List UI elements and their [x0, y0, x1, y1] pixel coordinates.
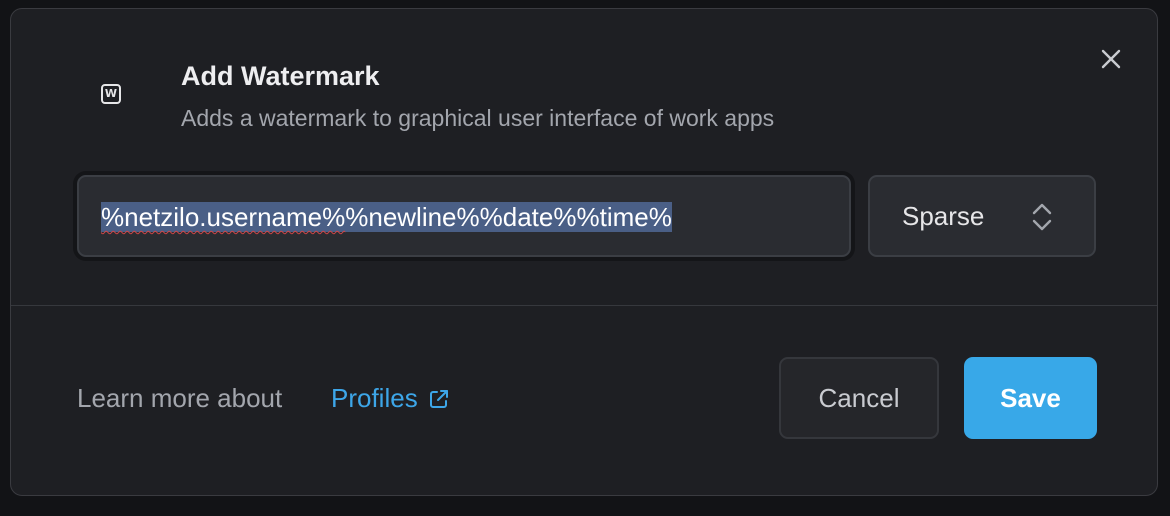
watermark-icon: W: [101, 84, 121, 104]
watermark-input-value[interactable]: %netzilo.username%%newline%%date%%time%: [101, 201, 672, 233]
learn-more-text: Learn more about: [77, 383, 283, 413]
density-selected-value: Sparse: [902, 201, 985, 231]
close-button[interactable]: [1097, 45, 1125, 73]
profiles-link-label: Profiles: [331, 383, 418, 413]
external-link-icon: [429, 389, 448, 408]
dialog-title: Add Watermark: [181, 61, 380, 91]
chevron-up-down-icon: [1032, 203, 1052, 231]
save-button[interactable]: Save: [964, 357, 1097, 439]
density-select[interactable]: Sparse: [868, 175, 1096, 257]
profiles-link[interactable]: Profiles: [331, 383, 450, 414]
dialog-subtitle: Adds a watermark to graphical user inter…: [181, 105, 775, 131]
watermark-value-part2: %newline%%date%%time%: [345, 202, 672, 232]
selected-text: %netzilo.username%%newline%%date%%time%: [101, 202, 672, 232]
watermark-value-part1: %netzilo.username%: [101, 202, 346, 232]
footer-divider: [11, 305, 1157, 306]
cancel-button[interactable]: Cancel: [779, 357, 939, 439]
add-watermark-dialog: W Add Watermark Adds a watermark to grap…: [10, 8, 1158, 496]
close-icon: [1101, 49, 1121, 69]
